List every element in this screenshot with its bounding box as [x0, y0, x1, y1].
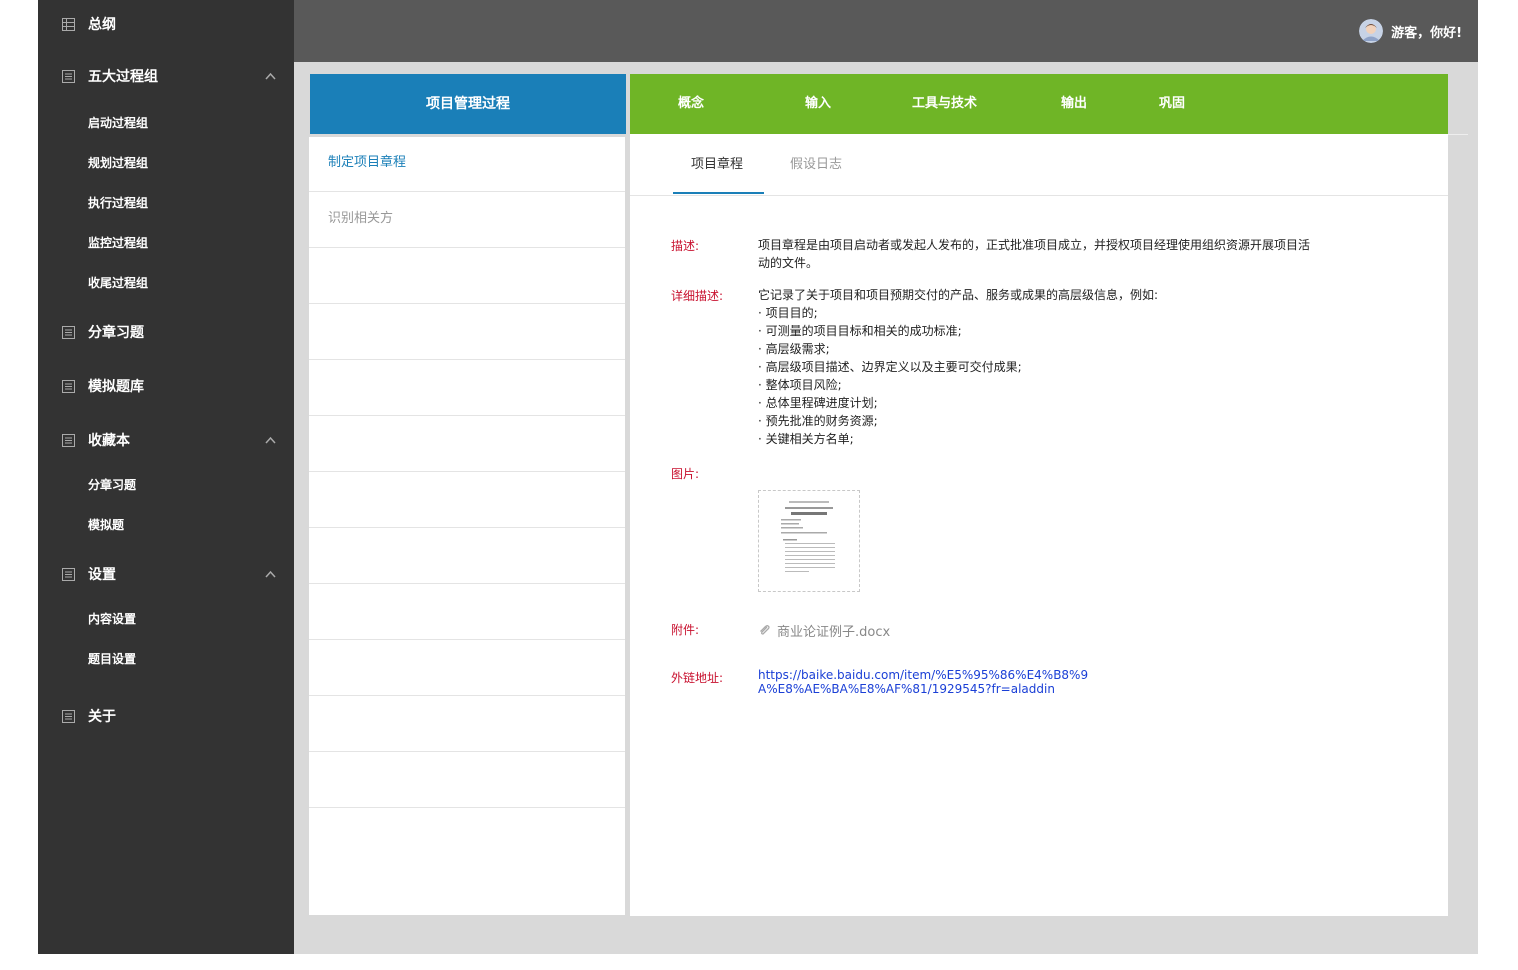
sidebar-item-chapter-exercises[interactable]: 分章习题	[38, 313, 294, 353]
detail-label: 详细描述:	[671, 289, 724, 303]
sidebar-item-label: 总纲	[88, 17, 116, 33]
tab-inputs[interactable]: 输入	[805, 74, 831, 134]
sidebar-item-label: 关于	[88, 709, 116, 725]
sidebar-subitem-initiating[interactable]: 启动过程组	[88, 108, 288, 138]
sidebar-item-label: 收藏本	[88, 433, 130, 449]
detail-item: · 可测量的项目目标和相关的成功标准;	[758, 324, 962, 338]
attachment-filename: 商业论证例子.docx	[777, 625, 891, 640]
sidebar-subitem-planning[interactable]: 规划过程组	[88, 148, 288, 178]
tab-outputs[interactable]: 输出	[1061, 74, 1087, 134]
attachment-link[interactable]: 商业论证例子.docx	[758, 621, 890, 640]
detail-panel: 项目章程 假设日志 描述: 项目章程是由项目启动者或发起人发布的，正式批准项目成…	[630, 134, 1448, 916]
chevron-up-icon[interactable]	[265, 72, 276, 80]
sidebar-item-favorites[interactable]: 收藏本	[38, 421, 294, 461]
sidebar-subitem-executing[interactable]: 执行过程组	[88, 188, 288, 218]
user-greeting: 游客，你好!	[1391, 25, 1462, 41]
detail-item: · 项目目的;	[758, 306, 818, 320]
list-item	[309, 753, 625, 808]
list-item	[309, 641, 625, 696]
list-item-label: 识别相关方	[328, 211, 394, 226]
description-text: 项目章程是由项目启动者或发起人发布的，正式批准项目成立，并授权项目经理使用组织资…	[758, 238, 1311, 270]
subtab-bar: 项目章程 假设日志	[630, 134, 1448, 196]
list-icon	[62, 710, 75, 723]
sidebar-item-overview[interactable]: 总纲	[38, 5, 294, 45]
list-icon	[62, 568, 75, 581]
list-icon	[62, 434, 75, 447]
user-menu[interactable]: 游客，你好!	[1359, 18, 1462, 44]
sidebar-item-label: 分章习题	[88, 325, 144, 341]
process-item-develop-charter[interactable]: 制定项目章程	[309, 137, 625, 192]
subtab-project-charter[interactable]: 项目章程	[691, 134, 743, 196]
left-panel-title: 项目管理过程	[310, 74, 626, 134]
sidebar-subitem-closing[interactable]: 收尾过程组	[88, 268, 288, 298]
list-item	[309, 697, 625, 752]
sidebar-subitem-monitoring[interactable]: 监控过程组	[88, 228, 288, 258]
avatar-image	[1359, 19, 1384, 43]
list-icon	[62, 326, 75, 339]
main-content: 项目管理过程 制定项目章程 识别相关方 概念 输入 工具与技术 输出 巩固 项目…	[294, 62, 1478, 954]
list-item	[309, 585, 625, 640]
sidebar-item-about[interactable]: 关于	[38, 697, 294, 737]
image-label: 图片:	[671, 467, 700, 481]
sidebar-item-five-process-groups[interactable]: 五大过程组	[38, 57, 294, 97]
table-icon	[62, 18, 75, 31]
sidebar-item-label: 模拟题库	[88, 379, 144, 395]
sidebar-item-settings[interactable]: 设置	[38, 555, 294, 595]
detail-item: · 总体里程碑进度计划;	[758, 396, 878, 410]
list-item	[309, 361, 625, 416]
external-link[interactable]: https://baike.baidu.com/item/%E5%95%86%E…	[758, 668, 1098, 696]
chevron-up-icon[interactable]	[265, 436, 276, 444]
process-item-identify-stakeholders[interactable]: 识别相关方	[309, 193, 625, 248]
subtab-assumption-log[interactable]: 假设日志	[790, 134, 842, 196]
detail-text: 它记录了关于项目和项目预期交付的产品、服务或成果的高层级信息，例如: · 项目目…	[758, 286, 1318, 448]
detail-item: · 高层级项目描述、边界定义以及主要可交付成果;	[758, 360, 1022, 374]
sidebar-subitem-fav-mock[interactable]: 模拟题	[88, 510, 288, 540]
attachment-label: 附件:	[671, 623, 700, 637]
list-item	[309, 473, 625, 528]
external-link-label: 外链地址:	[671, 671, 724, 685]
list-icon	[62, 70, 75, 83]
detail-item: · 预先批准的财务资源;	[758, 414, 878, 428]
list-item	[309, 305, 625, 360]
sidebar: 总纲 五大过程组 启动过程组 规划过程组 执行过程组 监控过程组 收尾过程组 分…	[38, 0, 294, 954]
chevron-up-icon[interactable]	[265, 570, 276, 578]
tab-consolidate[interactable]: 巩固	[1159, 74, 1185, 134]
list-item	[309, 417, 625, 472]
list-item	[309, 249, 625, 304]
sidebar-item-mock-bank[interactable]: 模拟题库	[38, 367, 294, 407]
sidebar-subitem-content-settings[interactable]: 内容设置	[88, 604, 288, 634]
list-item-label: 制定项目章程	[328, 155, 407, 170]
description-label: 描述:	[671, 239, 700, 253]
detail-item: · 关键相关方名单;	[758, 432, 854, 446]
tab-tools-techniques[interactable]: 工具与技术	[912, 74, 977, 134]
detail-item: · 整体项目风险;	[758, 378, 842, 392]
detail-item: · 高层级需求;	[758, 342, 830, 356]
process-list: 制定项目章程 识别相关方	[309, 137, 625, 915]
divider	[1448, 134, 1468, 135]
top-header: 游客，你好!	[294, 0, 1478, 62]
list-item	[309, 529, 625, 584]
sidebar-item-label: 五大过程组	[88, 69, 158, 85]
right-panel-tabs: 概念 输入 工具与技术 输出 巩固	[630, 74, 1448, 134]
avatar[interactable]	[1359, 19, 1384, 43]
active-subtab-indicator	[673, 192, 764, 194]
list-icon	[62, 380, 75, 393]
sidebar-subitem-question-settings[interactable]: 题目设置	[88, 644, 288, 674]
document-preview-image	[781, 501, 835, 572]
sidebar-item-label: 设置	[88, 567, 116, 583]
tab-concept[interactable]: 概念	[678, 74, 704, 134]
paperclip-icon	[760, 624, 770, 635]
document-thumbnail[interactable]	[758, 490, 860, 592]
detail-intro: 它记录了关于项目和项目预期交付的产品、服务或成果的高层级信息，例如:	[758, 288, 1159, 302]
sidebar-subitem-fav-chapter[interactable]: 分章习题	[88, 470, 288, 500]
